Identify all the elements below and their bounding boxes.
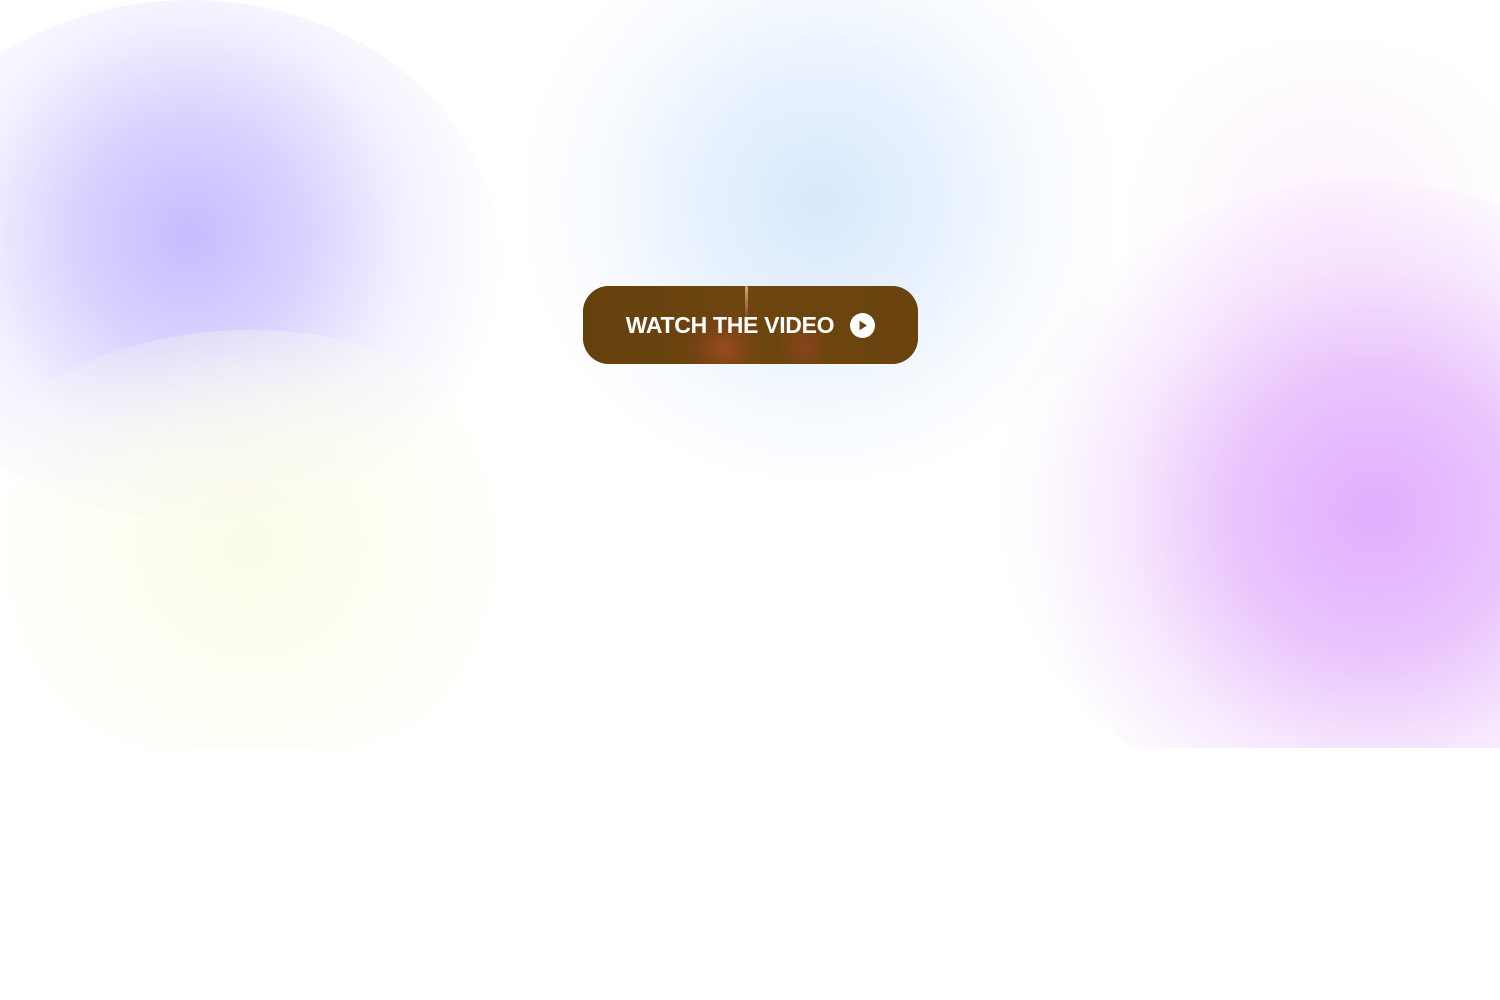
hero-section: WATCH THE VIDEO	[0, 0, 1500, 748]
play-circle-icon	[850, 312, 876, 338]
watch-video-button[interactable]: WATCH THE VIDEO	[583, 286, 918, 364]
blue-gradient-blob	[520, 0, 1120, 480]
watch-video-label: WATCH THE VIDEO	[625, 311, 835, 338]
yellow-gradient-blob	[0, 330, 560, 748]
pink-gradient-blob	[1100, 40, 1500, 380]
magenta-gradient-blob	[1000, 180, 1500, 748]
violet-gradient-blob	[0, 0, 500, 520]
